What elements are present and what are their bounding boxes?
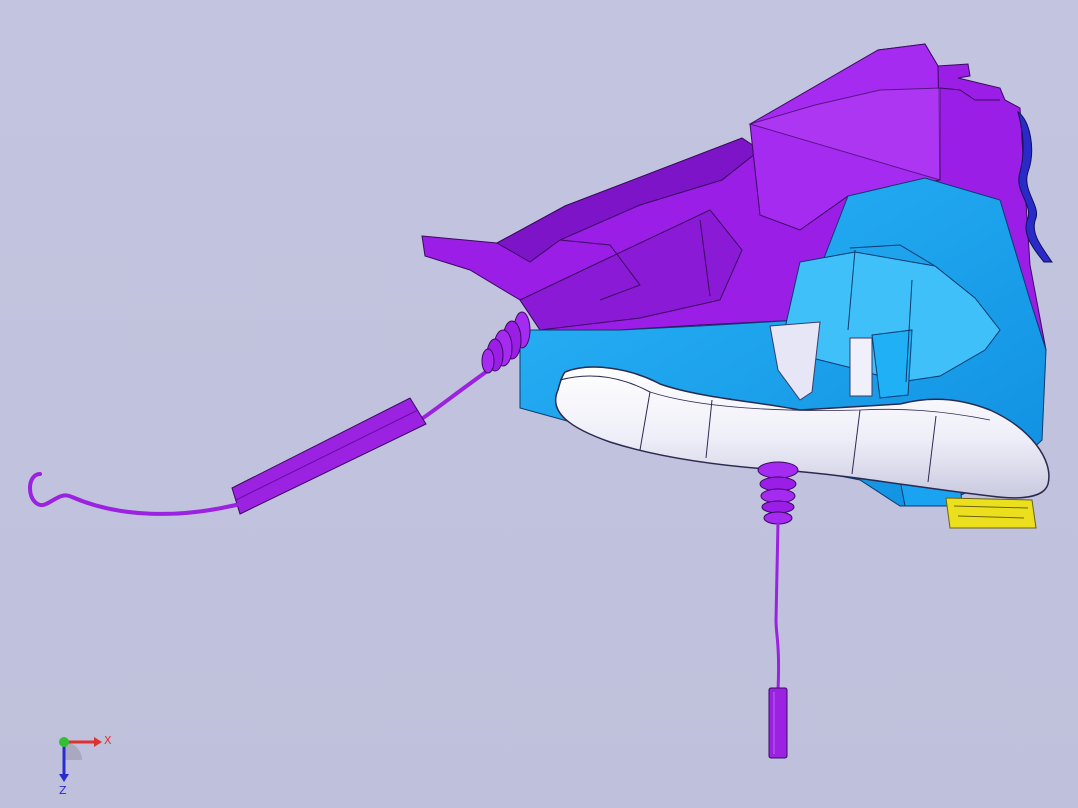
cable-bottom[interactable] (757, 461, 799, 759)
model-scene[interactable] (0, 0, 1078, 808)
z-axis-arrowhead (59, 774, 69, 782)
y-axis-dot (59, 737, 69, 747)
axis-triad[interactable]: X Z (50, 728, 120, 798)
clip-yellow[interactable] (945, 497, 1037, 529)
cad-viewport[interactable]: X Z (0, 0, 1078, 808)
z-axis-label: Z (59, 784, 67, 797)
cable-left[interactable] (27, 311, 531, 516)
bellows-bottom (757, 461, 799, 525)
x-axis-label: X (104, 734, 112, 747)
x-axis-arrowhead (94, 737, 102, 747)
